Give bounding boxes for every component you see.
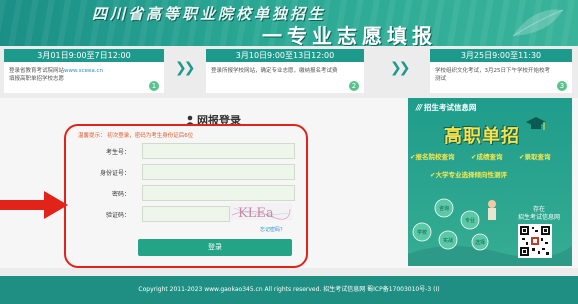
graduation-cap-icon — [526, 117, 546, 130]
service-school-query: ✔报名院校查询 — [410, 153, 455, 161]
chevron-right-icon: ❯❯ — [390, 60, 411, 76]
promo-brand: /// 招生考试信息网 — [416, 102, 476, 113]
bubble-major: 专业 — [465, 217, 475, 224]
qr-caption-line-2: 招生考试信息网 — [517, 214, 560, 221]
site-footer: Copyright 2011-2023 www.gaokao345.cn All… — [0, 276, 578, 304]
schedule-text-plain: 登录省教育考试院网站 — [9, 68, 65, 74]
schedule-date: 3月10日9:00至13日12:00 — [206, 49, 364, 62]
schedule-step-3: 3月25日9:00至11:30 学校组织文化考试，3月25日下午学校开始校考测试… — [430, 49, 572, 93]
schedule-text: 登录省教育考试院网站www.sceea.cn 填报高职单招学校志愿 — [4, 62, 164, 83]
schedule-text: 学校组织文化考试，3月25日下午学校开始校考测试 — [435, 68, 550, 82]
schedule-date: 3月25日9:00至11:30 — [430, 49, 572, 62]
qr-code-icon — [518, 224, 552, 258]
brand-logo-icon: /// — [416, 103, 422, 112]
leaf-decoration-icon — [512, 9, 564, 37]
service-major-test: ✔大学专业选择倾向性测评 — [430, 171, 507, 179]
schedule-date: 3月01日9:00至7日12:00 — [4, 49, 164, 62]
brand-name: 招生考试信息网 — [423, 103, 477, 112]
promo-headline: 高职单招 — [444, 126, 520, 147]
schedule-step-2: 3月10日9:00至13日12:00 登录所报学校网站，确定专业志愿，缴纳报名考… — [206, 49, 364, 93]
header-banner: 四川省高等职业院校单独招生 一专业志愿填报 — [0, 0, 578, 46]
bubble-school: 学校 — [417, 229, 427, 236]
qr-caption-line-1: 存在 — [532, 206, 545, 213]
highlight-outline — [64, 124, 308, 268]
qr-caption: 存在 招生考试信息网 — [508, 206, 570, 222]
pointer-arrow-icon — [0, 191, 68, 219]
bubble-consult: 咨询 — [439, 205, 449, 212]
step-number-badge: 3 — [557, 81, 567, 91]
service-score-query: ✔成绩查询 — [471, 153, 503, 161]
schedule-text: 登录所报学校网站，确定专业志愿，缴纳报名考试费 — [211, 68, 338, 74]
bubble-choose: 选择 — [475, 239, 485, 246]
bubble-practice: 实战 — [443, 237, 453, 244]
schedule-text-rest: 填报高职单招学校志愿 — [9, 76, 65, 82]
sceea-link[interactable]: www.sceea.cn — [64, 68, 103, 74]
banner-subtitle: 一专业志愿填报 — [262, 24, 437, 46]
step-number-badge: 2 — [349, 81, 359, 91]
schedule-step-1: 3月01日9:00至7日12:00 登录省教育考试院网站www.sceea.cn… — [4, 49, 164, 93]
promo-panel[interactable]: /// 招生考试信息网 高职单招 ✔报名院校查询 ✔成绩查询 ✔录取查询 ✔大学… — [408, 98, 572, 266]
step-number-badge: 1 — [149, 81, 159, 91]
chevron-right-icon: ❯❯ — [175, 60, 196, 76]
service-admission-query: ✔录取查询 — [519, 153, 551, 161]
